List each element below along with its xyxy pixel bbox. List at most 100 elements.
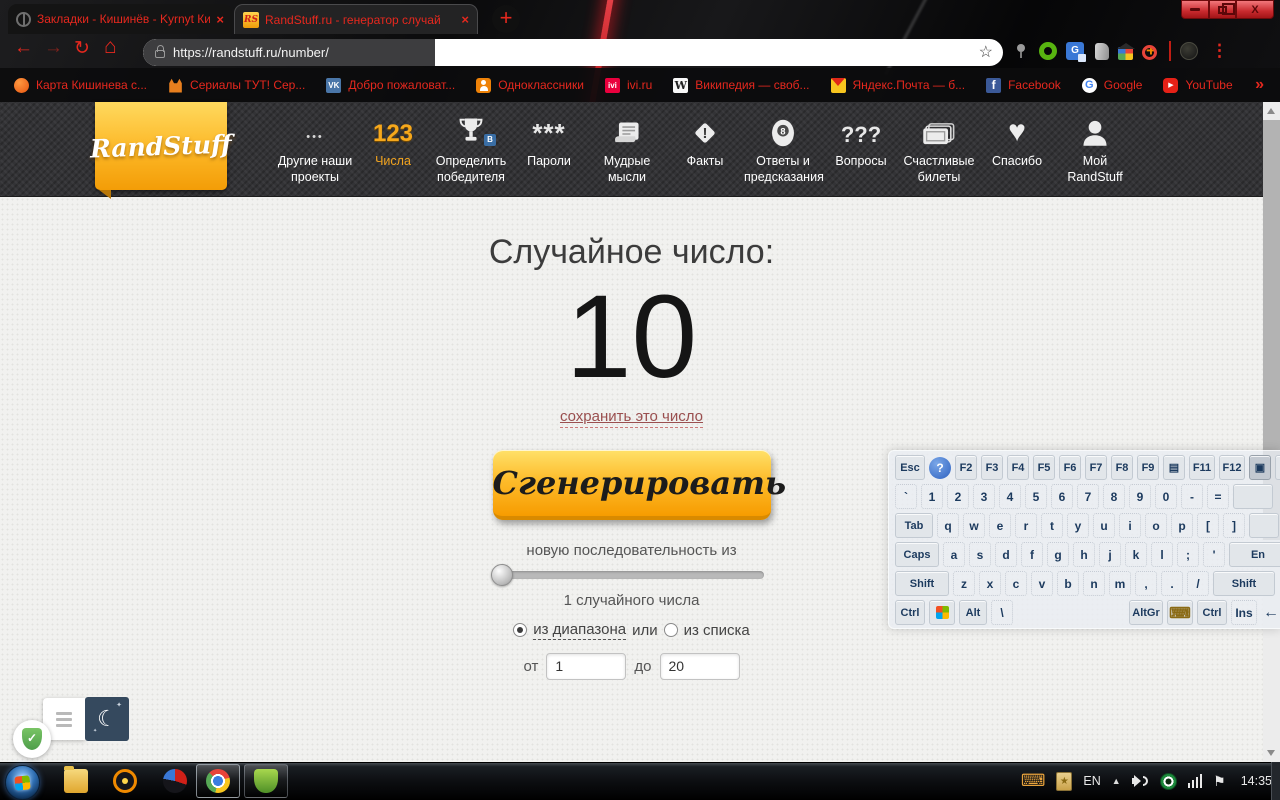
tab-randstuff-active[interactable]: RS RandStuff.ru - генератор случай × bbox=[234, 4, 478, 34]
tab-close-icon[interactable]: × bbox=[461, 12, 469, 27]
osk-key[interactable]: m bbox=[1109, 571, 1131, 596]
network-icon[interactable] bbox=[1188, 774, 1203, 788]
osk-key[interactable]: ; bbox=[1177, 542, 1199, 567]
osk-key[interactable]: / bbox=[1187, 571, 1209, 596]
osk-key[interactable]: u bbox=[1093, 513, 1115, 538]
osk-key[interactable]: r bbox=[1015, 513, 1037, 538]
action-center-flag-icon[interactable]: ⚑ bbox=[1213, 773, 1226, 790]
osk-key[interactable]: Tab bbox=[895, 513, 933, 538]
osk-key[interactable]: ← bbox=[1261, 600, 1280, 625]
osk-key[interactable]: i bbox=[1119, 513, 1141, 538]
slider-track[interactable] bbox=[499, 571, 764, 579]
osk-key[interactable]: z bbox=[953, 571, 975, 596]
osk-key[interactable]: F11 bbox=[1189, 455, 1215, 480]
close-button[interactable]: X bbox=[1236, 0, 1274, 19]
nav-my-randstuff[interactable]: Мой RandStuff bbox=[1056, 112, 1134, 185]
show-desktop-button[interactable] bbox=[1271, 762, 1280, 800]
generate-button[interactable]: Сгенерировать bbox=[493, 450, 771, 520]
osk-key[interactable]: j bbox=[1099, 542, 1121, 567]
osk-key[interactable]: l bbox=[1151, 542, 1173, 567]
to-input[interactable] bbox=[660, 653, 740, 680]
keyboard-icon[interactable]: ⌨ bbox=[1021, 771, 1046, 791]
osk-key[interactable]: En bbox=[1229, 542, 1280, 567]
osk-key[interactable]: F9 bbox=[1137, 455, 1159, 480]
osk-key[interactable]: f bbox=[1021, 542, 1043, 567]
osk-key[interactable]: 4 bbox=[999, 484, 1021, 509]
osk-key[interactable]: ⌨ bbox=[1167, 600, 1193, 625]
chrome-icon[interactable] bbox=[206, 769, 230, 793]
osk-key[interactable]: Alt bbox=[959, 600, 987, 625]
osk-key[interactable]: q bbox=[937, 513, 959, 538]
bookmark-vk[interactable]: VK Добро пожаловат... bbox=[326, 78, 455, 93]
osk-key[interactable]: F2 bbox=[955, 455, 977, 480]
nav-wise-thoughts[interactable]: Мудрые мысли bbox=[588, 112, 666, 185]
osk-key[interactable]: Ctrl bbox=[1197, 600, 1227, 625]
osk-key[interactable]: 8 bbox=[1103, 484, 1125, 509]
clock[interactable]: 14:35 bbox=[1241, 774, 1272, 788]
osk-key[interactable]: - bbox=[1181, 484, 1203, 509]
nav-answers[interactable]: 8 Ответы и предсказания bbox=[744, 112, 822, 185]
osk-key[interactable]: d bbox=[995, 542, 1017, 567]
dark-circle-icon[interactable] bbox=[1180, 42, 1198, 60]
osk-key[interactable]: = bbox=[1207, 484, 1229, 509]
explorer-folder-icon[interactable] bbox=[64, 769, 88, 793]
osk-key[interactable]: h bbox=[1073, 542, 1095, 567]
osk-key[interactable]: v bbox=[1031, 571, 1053, 596]
osk-key[interactable]: c bbox=[1005, 571, 1027, 596]
osk-key[interactable]: Ctrl bbox=[895, 600, 925, 625]
osk-key[interactable]: a bbox=[943, 542, 965, 567]
osk-key[interactable]: x bbox=[979, 571, 1001, 596]
bookmark-star-icon[interactable]: ☆ bbox=[979, 42, 993, 62]
osk-key[interactable]: e bbox=[989, 513, 1011, 538]
green-ring-icon[interactable] bbox=[1039, 42, 1057, 60]
osk-key[interactable]: 9 bbox=[1129, 484, 1151, 509]
page-scrollbar[interactable] bbox=[1263, 102, 1280, 762]
browser-menu-icon[interactable]: ⋮ bbox=[1211, 41, 1228, 61]
osk-key[interactable]: n bbox=[1083, 571, 1105, 596]
osk-key[interactable]: F7 bbox=[1085, 455, 1107, 480]
page-icon[interactable] bbox=[1095, 43, 1109, 60]
osk-key[interactable]: Shift bbox=[1213, 571, 1275, 596]
osk-key[interactable]: ? bbox=[929, 457, 951, 479]
language-indicator[interactable]: EN bbox=[1083, 774, 1100, 788]
slider-handle[interactable] bbox=[491, 564, 513, 586]
bookmark-facebook[interactable]: f Facebook bbox=[986, 78, 1061, 93]
osk-key[interactable]: 3 bbox=[973, 484, 995, 509]
osk-key[interactable]: w bbox=[963, 513, 985, 538]
osk-key[interactable]: Caps bbox=[895, 542, 939, 567]
antivirus-tray-icon[interactable] bbox=[1160, 773, 1177, 790]
pin-icon[interactable] bbox=[1012, 42, 1030, 60]
tab-close-icon[interactable]: × bbox=[216, 12, 224, 27]
address-bar[interactable]: https://randstuff.ru/number/ ☆ bbox=[143, 39, 1003, 66]
nav-pick-winner[interactable]: B Определить победителя bbox=[432, 112, 510, 185]
osk-key[interactable]: 7 bbox=[1077, 484, 1099, 509]
randstuff-logo[interactable]: RandStuff bbox=[95, 102, 227, 190]
osk-key[interactable]: 5 bbox=[1025, 484, 1047, 509]
new-tab-button[interactable]: + bbox=[492, 5, 520, 33]
osk-key[interactable]: b bbox=[1057, 571, 1079, 596]
list-radio[interactable] bbox=[664, 623, 678, 637]
forward-icon[interactable]: → bbox=[44, 37, 63, 59]
scroll-down-arrow[interactable] bbox=[1267, 750, 1275, 756]
osk-key[interactable] bbox=[929, 600, 955, 625]
night-mode-button[interactable]: ☾ bbox=[85, 697, 129, 741]
home-colored-icon[interactable] bbox=[1118, 47, 1133, 60]
nav-thanks[interactable]: ♥ Спасибо bbox=[978, 112, 1056, 185]
osk-key[interactable]: p bbox=[1171, 513, 1193, 538]
nav-numbers[interactable]: 123 Числа bbox=[354, 112, 432, 185]
osk-key[interactable]: ▣ bbox=[1249, 455, 1271, 480]
osk-key[interactable]: F4 bbox=[1007, 455, 1029, 480]
range-radio[interactable] bbox=[513, 623, 527, 637]
osk-key[interactable]: s bbox=[969, 542, 991, 567]
speaker-icon[interactable] bbox=[1132, 773, 1149, 789]
bookmark-google[interactable]: G Google bbox=[1082, 78, 1143, 93]
reload-icon[interactable]: ↻ bbox=[74, 37, 90, 60]
osk-key[interactable]: . bbox=[1161, 571, 1183, 596]
osk-key[interactable]: AltGr bbox=[1129, 600, 1163, 625]
osk-key[interactable] bbox=[1249, 513, 1279, 538]
osk-key[interactable]: Esc bbox=[895, 455, 925, 480]
osk-key[interactable]: ' bbox=[1203, 542, 1225, 567]
on-screen-keyboard[interactable]: Esc?F2F3F4F5F6F7F8F9▤F11F12▣Scro `123456… bbox=[888, 450, 1280, 629]
bookmark-youtube[interactable]: ▶ YouTube bbox=[1163, 78, 1232, 93]
scroll-up-arrow[interactable] bbox=[1267, 108, 1275, 114]
